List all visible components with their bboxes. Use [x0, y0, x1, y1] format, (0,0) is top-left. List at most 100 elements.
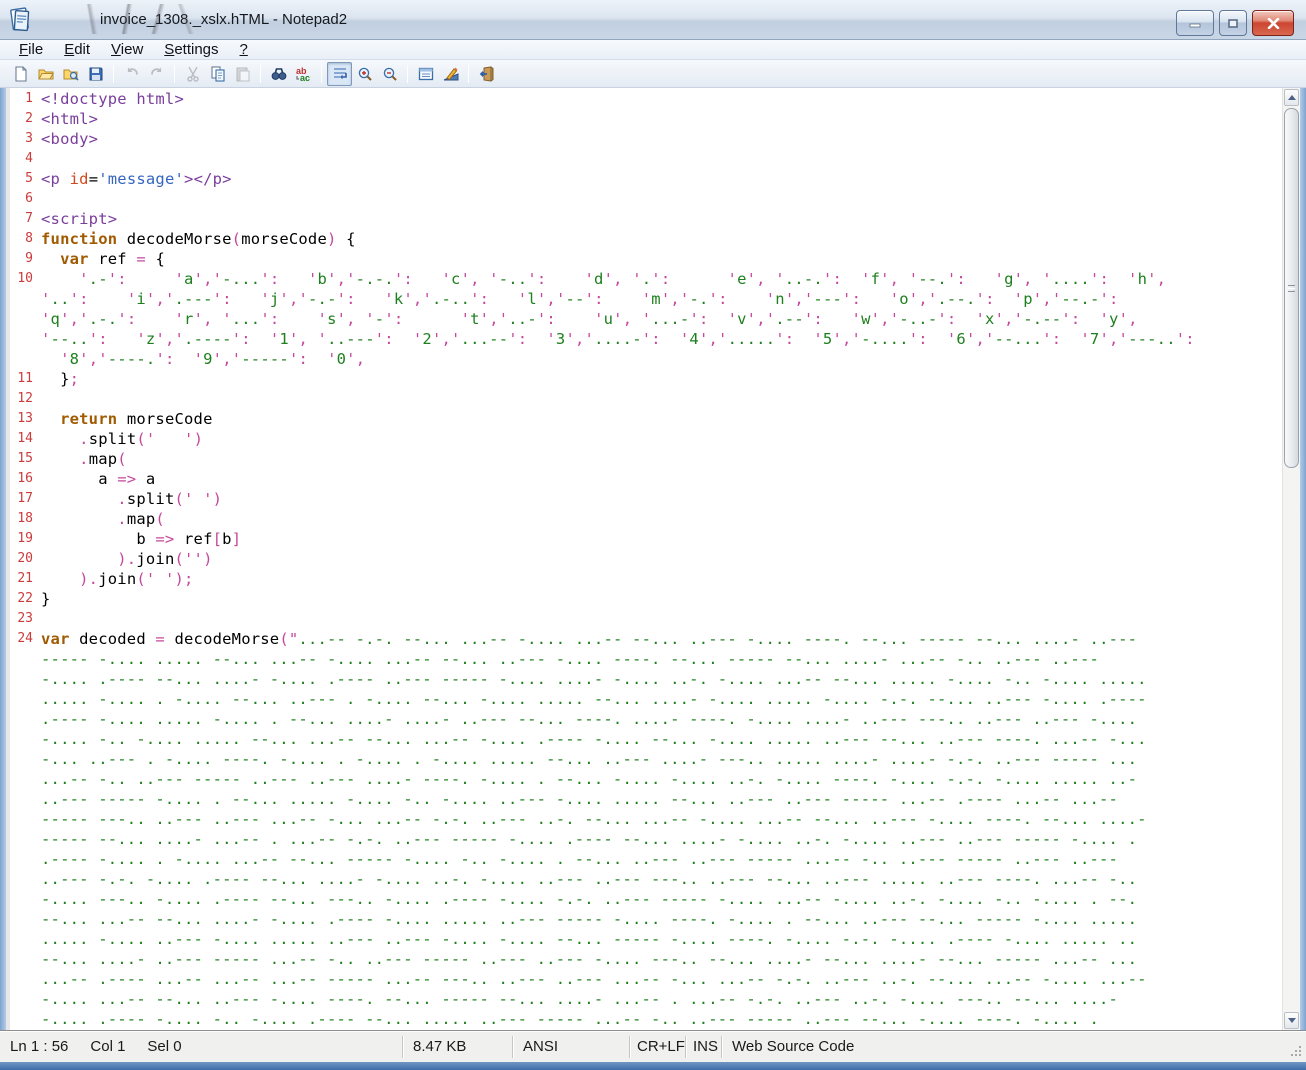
paste-button[interactable] [230, 62, 255, 86]
editor-row[interactable]: -.... -.. -.... ..... --... ...-- --... … [10, 729, 1282, 749]
editor-row[interactable]: '..': 'i','.---': 'j','-.-': 'k','.-..':… [10, 289, 1282, 309]
line-number[interactable] [10, 709, 41, 729]
editor-row[interactable]: '--..': 'z','.----': '1', '..---': '2','… [10, 329, 1282, 349]
line-number[interactable] [10, 849, 41, 869]
editor-row[interactable]: 17 .split(' ') [10, 489, 1282, 509]
line-number[interactable]: 2 [10, 109, 41, 129]
line-number[interactable] [10, 929, 41, 949]
code-text[interactable]: return morseCode [41, 409, 213, 429]
editor-row[interactable]: 16 a => a [10, 469, 1282, 489]
editor-row[interactable]: 18 .map( [10, 509, 1282, 529]
line-number[interactable] [10, 769, 41, 789]
editor-row[interactable]: 10 '.-': 'a','-...': 'b','-.-.': 'c', '-… [10, 269, 1282, 289]
code-text[interactable]: } [41, 589, 51, 609]
code-text[interactable]: -.... .---- --... ....- -.... .---- ..--… [41, 669, 1147, 689]
code-text[interactable]: ).join('') [41, 549, 213, 569]
status-encoding[interactable]: ANSI [513, 1036, 630, 1058]
editor-row[interactable]: ----- ---.. ..--- ..--- ...-- -... ...--… [10, 809, 1282, 829]
editor-row[interactable]: 14 .split(' ') [10, 429, 1282, 449]
line-number[interactable]: 23 [10, 609, 41, 629]
editor-row[interactable]: .---- -.... ..... -.... . --... ....- ..… [10, 709, 1282, 729]
line-number[interactable] [10, 1009, 41, 1029]
line-number[interactable] [10, 889, 41, 909]
zoom-out-button[interactable] [377, 62, 402, 86]
editor-row[interactable]: -.... ...-- --... ..--- -.... ----. --..… [10, 989, 1282, 1009]
line-number[interactable] [10, 969, 41, 989]
code-text[interactable]: .map( [41, 509, 165, 529]
exit-button[interactable] [474, 62, 499, 86]
code-text[interactable]: ...-- .---- ...-- ...-- ...-- ----- ...-… [41, 969, 1147, 989]
line-number[interactable]: 12 [10, 389, 41, 409]
vertical-scrollbar[interactable] [1282, 88, 1300, 1030]
code-text[interactable]: '--..': 'z','.----': '1', '..---': '2','… [41, 329, 1195, 349]
code-text[interactable]: --... ....- ..--- ----- ...-- -.. ..--- … [41, 949, 1137, 969]
code-text[interactable]: }; [41, 369, 79, 389]
line-number[interactable]: 10 [10, 269, 41, 289]
resize-grip[interactable] [1290, 1045, 1303, 1058]
editor[interactable]: 1<!doctype html>2<html>3<body>45<p id='m… [10, 88, 1282, 1030]
code-text[interactable]: ..... -.... . -.... --... ..--- . -.... … [41, 689, 1147, 709]
editor-row[interactable]: 9 var ref = { [10, 249, 1282, 269]
customize-schemes-button[interactable] [438, 62, 463, 86]
title-bar[interactable]: invoice_1308._xslx.hTML - Notepad2 [0, 0, 1306, 40]
code-text[interactable]: 'q','.-.': 'r', '...': 's', '-': 't','..… [41, 309, 1138, 329]
editor-row[interactable]: 23 [10, 609, 1282, 629]
editor-row[interactable]: 19 b => ref[b] [10, 529, 1282, 549]
line-number[interactable]: 17 [10, 489, 41, 509]
line-number[interactable] [10, 789, 41, 809]
code-text[interactable]: ..--- -.-. -.... .---- --... ....- -....… [41, 869, 1137, 889]
editor-row[interactable]: ..--- -.-. -.... .---- --... ....- -....… [10, 869, 1282, 889]
line-number[interactable] [10, 309, 41, 329]
editor-row[interactable]: 15 .map( [10, 449, 1282, 469]
code-text[interactable]: --... ...-- --... ....- -.... .---- -...… [41, 909, 1137, 929]
line-number[interactable] [10, 349, 41, 369]
line-number[interactable]: 14 [10, 429, 41, 449]
view-settings-button[interactable] [413, 62, 438, 86]
editor-row[interactable]: --... ...-- --... ....- -.... .---- -...… [10, 909, 1282, 929]
line-number[interactable] [10, 869, 41, 889]
cut-button[interactable] [180, 62, 205, 86]
editor-row[interactable]: 8function decodeMorse(morseCode) { [10, 229, 1282, 249]
editor-row[interactable]: .---- -.... . -.... ...-- --... ----- -.… [10, 849, 1282, 869]
editor-row[interactable]: ..... -.... ..--- -.... ..... ..--- ..--… [10, 929, 1282, 949]
line-number[interactable]: 20 [10, 549, 41, 569]
line-number[interactable]: 7 [10, 209, 41, 229]
editor-row[interactable]: ..... -.... . -.... --... ..--- . -.... … [10, 689, 1282, 709]
maximize-button[interactable] [1219, 10, 1247, 36]
editor-row[interactable]: -... ..--- . -.... ----. -.... . -.... .… [10, 749, 1282, 769]
line-number[interactable]: 16 [10, 469, 41, 489]
replace-button[interactable]: abac [291, 62, 316, 86]
editor-row[interactable]: 21 ).join(' '); [10, 569, 1282, 589]
code-text[interactable]: ..--- ----- -.... . --... ..... -.... -.… [41, 789, 1118, 809]
code-text[interactable]: <p id='message'></p> [41, 169, 232, 189]
code-text[interactable]: <body> [41, 129, 98, 149]
editor-row[interactable]: ...-- .---- ...-- ...-- ...-- ----- ...-… [10, 969, 1282, 989]
editor-row[interactable]: 2<html> [10, 109, 1282, 129]
editor-row[interactable]: 12 [10, 389, 1282, 409]
close-button[interactable] [1252, 10, 1294, 36]
code-text[interactable]: .map( [41, 449, 127, 469]
line-number[interactable]: 9 [10, 249, 41, 269]
line-number[interactable]: 4 [10, 149, 41, 169]
editor-row[interactable]: 20 ).join('') [10, 549, 1282, 569]
editor-row[interactable]: ----- --... ....- ...-- . ...-- -.-. ..-… [10, 829, 1282, 849]
menu-edit[interactable]: Edit [55, 40, 99, 59]
status-insert-mode[interactable]: INS [686, 1036, 722, 1058]
line-number[interactable] [10, 669, 41, 689]
editor-row[interactable]: 22} [10, 589, 1282, 609]
code-text[interactable]: .---- -.... ..... -.... . --... ....- ..… [41, 709, 1137, 729]
notepad2-app-icon[interactable] [8, 7, 34, 33]
line-number[interactable] [10, 809, 41, 829]
code-text[interactable]: var decoded = decodeMorse("...-- -.-. --… [41, 629, 1137, 649]
code-text[interactable]: <script> [41, 209, 117, 229]
code-text[interactable]: var ref = { [41, 249, 165, 269]
code-text[interactable]: -.... ...-- --... ..--- -.... ----. --..… [41, 989, 1118, 1009]
line-number[interactable]: 19 [10, 529, 41, 549]
word-wrap-button[interactable] [327, 62, 352, 86]
code-text[interactable]: <!doctype html> [41, 89, 184, 109]
minimize-button[interactable] [1176, 10, 1214, 36]
editor-row[interactable]: -.... ---.. -.... .---- --... ---.. -...… [10, 889, 1282, 909]
editor-row[interactable]: 7<script> [10, 209, 1282, 229]
code-text[interactable]: -.... ---.. -.... .---- --... ---.. -...… [41, 889, 1137, 909]
editor-row[interactable]: 11 }; [10, 369, 1282, 389]
